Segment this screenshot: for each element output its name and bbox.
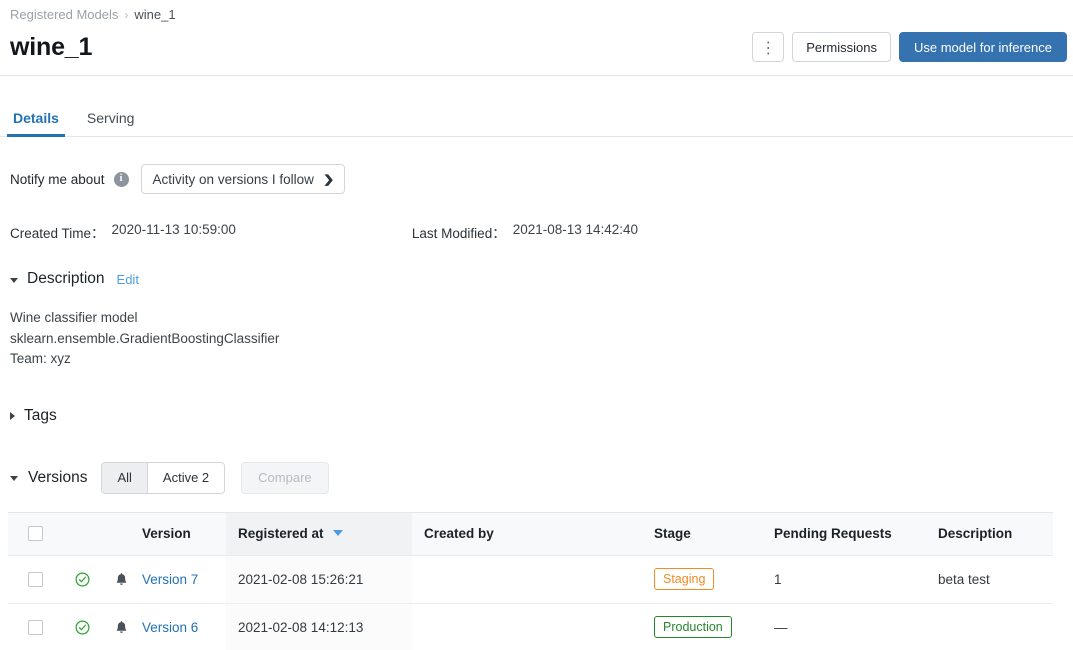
versions-section-header: Versions All Active 2 Compare [0,462,1073,494]
tab-bar: Details Serving [0,99,1073,137]
description-line: Team: xyz [10,349,1073,370]
row-checkbox[interactable] [28,620,43,635]
notify-me-about-label: Notify me about [10,172,105,187]
check-circle-icon [75,572,90,587]
tags-heading: Tags [24,407,57,425]
meta-spacer [236,222,412,240]
versions-heading: Versions [28,469,87,487]
created-time: Created Time： 2020-11-13 10:59:00 [10,222,236,240]
column-header-description[interactable]: Description [938,526,1053,541]
breadcrumb-parent-link[interactable]: Registered Models [10,6,118,24]
status-badge: Staging [654,568,714,590]
last-modified: Last Modified： 2021-08-13 14:42:40 [412,222,638,240]
column-header-registered-at[interactable]: Registered at [226,513,412,555]
status-badge: Production [654,616,732,638]
row-pending-requests-cell: — [774,620,938,635]
edit-description-link[interactable]: Edit [117,272,139,287]
page-title: wine_1 [10,32,92,62]
row-select-cell [8,620,62,635]
breadcrumb-separator-icon: › [124,6,128,24]
filter-active-button[interactable]: Active 2 [147,463,224,493]
bell-icon[interactable] [115,572,128,587]
row-pending-requests-cell: 1 [774,572,938,587]
notify-scope-select[interactable]: Activity on versions I follow ❯ [141,164,346,194]
table-header-row: Version Registered at Created by Stage P… [8,513,1053,556]
kebab-icon: ⋮ [761,39,775,55]
description-body: Wine classifier model sklearn.ensemble.G… [0,308,1073,370]
last-modified-value: 2021-08-13 14:42:40 [513,222,638,240]
last-modified-label: Last Modified： [412,222,506,240]
table-row[interactable]: Version 6 2021-02-08 14:12:13 Production… [8,604,1053,650]
version-link[interactable]: Version 6 [142,620,198,635]
version-link[interactable]: Version 7 [142,572,198,587]
check-circle-icon [75,620,90,635]
chevron-down-icon: ❯ [323,173,335,186]
chevron-right-icon[interactable] [10,412,15,420]
model-timestamps: Created Time： 2020-11-13 10:59:00 Last M… [0,222,1073,240]
tab-details[interactable]: Details [11,110,61,136]
row-stage-cell: Production [654,616,774,638]
use-model-for-inference-button[interactable]: Use model for inference [899,32,1067,62]
row-notification-cell [102,620,140,635]
column-header-stage[interactable]: Stage [654,526,774,541]
select-all-checkbox[interactable] [28,526,43,541]
versions-table: Version Registered at Created by Stage P… [8,512,1053,650]
info-icon[interactable]: i [114,172,129,187]
table-row[interactable]: Version 7 2021-02-08 15:26:21 Staging 1 … [8,556,1053,604]
filter-all-button[interactable]: All [102,463,146,493]
description-heading: Description [27,270,105,288]
row-registered-at-cell: 2021-02-08 15:26:21 [226,556,412,603]
notify-scope-value: Activity on versions I follow [153,172,314,187]
row-checkbox[interactable] [28,572,43,587]
breadcrumb-current: wine_1 [134,6,175,24]
column-header-pending-requests[interactable]: Pending Requests [774,526,938,541]
description-line: Wine classifier model [10,308,1073,329]
row-version-cell: Version 7 [140,572,226,587]
row-description-cell: beta test [938,572,1053,587]
row-version-cell: Version 6 [140,620,226,635]
versions-filter-group: All Active 2 [101,462,225,494]
overflow-menu-button[interactable]: ⋮ [752,32,784,62]
column-header-registered-at-label: Registered at [238,526,324,541]
breadcrumb: Registered Models › wine_1 [0,0,1073,24]
chevron-down-icon[interactable] [10,278,18,283]
description-line: sklearn.ensemble.GradientBoostingClassif… [10,329,1073,350]
select-all-cell [8,526,62,541]
chevron-down-icon[interactable] [10,476,18,481]
page-header-actions: ⋮ Permissions Use model for inference [752,32,1067,62]
compare-button[interactable]: Compare [241,462,328,494]
sort-descending-icon[interactable] [333,530,343,536]
description-section-header[interactable]: Description Edit [0,270,1073,288]
bell-icon[interactable] [115,620,128,635]
row-notification-cell [102,572,140,587]
tab-serving[interactable]: Serving [85,110,136,136]
row-registered-at-cell: 2021-02-08 14:12:13 [226,604,412,650]
created-time-label: Created Time： [10,222,105,240]
column-header-version[interactable]: Version [140,526,226,541]
created-time-value: 2020-11-13 10:59:00 [112,222,236,240]
row-status-cell [62,620,102,635]
column-header-created-by[interactable]: Created by [412,526,654,541]
row-select-cell [8,572,62,587]
header-divider [0,75,1073,76]
page-header: wine_1 ⋮ Permissions Use model for infer… [0,24,1073,66]
row-stage-cell: Staging [654,568,774,590]
tags-section-header[interactable]: Tags [0,407,1073,425]
row-status-cell [62,572,102,587]
notify-me-about-row: Notify me about i Activity on versions I… [0,164,1073,194]
permissions-button[interactable]: Permissions [792,32,891,62]
